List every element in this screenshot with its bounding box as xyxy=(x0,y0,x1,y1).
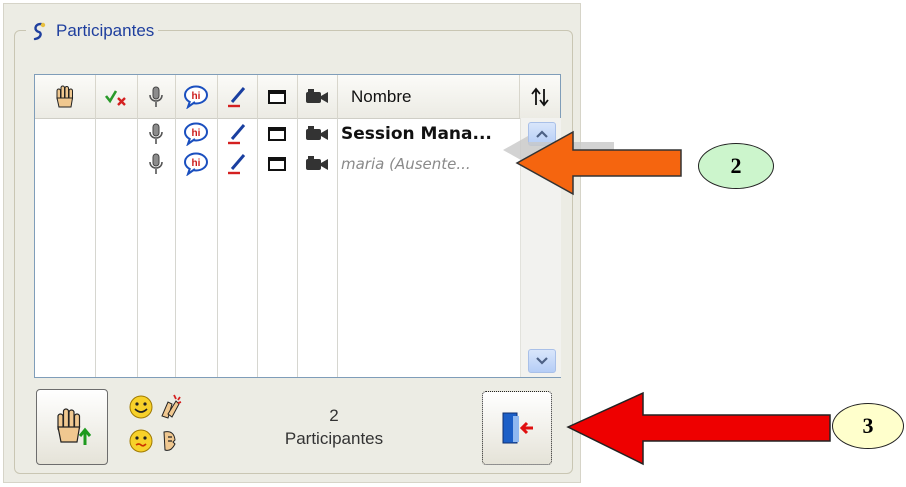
row-desktop[interactable] xyxy=(257,119,297,149)
sort-arrows-icon xyxy=(531,87,549,106)
participants-list[interactable]: hi Nombre hi Session Mana... hi maria (A… xyxy=(34,74,561,378)
smiley-icon[interactable] xyxy=(128,394,154,420)
speak-icon[interactable] xyxy=(158,428,184,454)
row-video[interactable] xyxy=(297,149,337,179)
svg-text:hi: hi xyxy=(192,128,201,139)
window-icon xyxy=(268,89,286,104)
chat-hi-icon: hi xyxy=(184,85,208,109)
scroll-down-button[interactable] xyxy=(528,349,556,373)
participant-name: Session Mana... xyxy=(341,124,492,144)
header-microphone[interactable] xyxy=(137,75,176,118)
participant-name: maria (Ausente... xyxy=(341,155,471,173)
emotion-icons xyxy=(124,392,184,458)
participants-icon xyxy=(33,22,46,41)
participant-count-label: Participantes xyxy=(284,429,384,448)
header-name[interactable]: Nombre xyxy=(337,75,520,118)
svg-text:hi: hi xyxy=(192,91,201,102)
header-desktop[interactable] xyxy=(257,75,298,118)
pen-icon xyxy=(228,154,246,175)
callout-3-label: 3 xyxy=(862,413,874,438)
header-chat[interactable]: hi xyxy=(175,75,218,118)
sort-button[interactable] xyxy=(520,75,560,118)
row-draw[interactable] xyxy=(217,149,257,179)
participant-row[interactable]: hi xyxy=(35,149,520,179)
header-video[interactable] xyxy=(297,75,338,118)
applause-icon[interactable] xyxy=(156,392,184,420)
red-arrow xyxy=(566,391,831,466)
row-video[interactable] xyxy=(297,119,337,149)
svg-text:hi: hi xyxy=(192,158,201,169)
header-raise-hand[interactable] xyxy=(35,75,96,118)
exit-door-icon xyxy=(502,412,533,444)
window-icon xyxy=(268,157,286,171)
row-desktop[interactable] xyxy=(257,149,297,179)
check-x-icon xyxy=(104,89,126,106)
callout-3: 3 xyxy=(832,403,904,449)
chat-hi-icon: hi xyxy=(184,122,208,146)
list-header: hi Nombre xyxy=(35,75,560,119)
callout-2-label: 2 xyxy=(730,153,742,178)
row-mic[interactable] xyxy=(137,149,175,179)
panel-legend: Participantes xyxy=(26,16,159,46)
header-status[interactable] xyxy=(95,75,138,118)
video-camera-icon xyxy=(306,126,328,140)
window-icon xyxy=(268,127,286,141)
pen-icon xyxy=(228,86,246,107)
orange-arrow xyxy=(515,130,682,196)
participants-panel: Participantes hi Nombre hi Session Mana.… xyxy=(3,3,581,483)
row-draw[interactable] xyxy=(217,119,257,149)
row-chat[interactable]: hi xyxy=(175,119,217,149)
participant-name-cell[interactable]: maria (Ausente... xyxy=(337,149,520,179)
participant-count: 2 Participantes xyxy=(244,404,424,450)
microphone-icon xyxy=(149,153,163,174)
raise-hand-icon xyxy=(56,85,74,107)
row-mic[interactable] xyxy=(137,119,175,149)
row-chat[interactable]: hi xyxy=(175,149,217,179)
name-column-header: Nombre xyxy=(351,86,412,106)
confused-face-icon[interactable] xyxy=(128,428,154,454)
microphone-icon xyxy=(149,86,163,107)
microphone-icon xyxy=(149,123,163,144)
video-camera-icon xyxy=(306,88,328,103)
panel-title: Participantes xyxy=(56,21,155,40)
callout-2: 2 xyxy=(698,143,774,189)
exit-session-button[interactable] xyxy=(482,391,552,465)
raise-hand-button[interactable] xyxy=(36,389,108,465)
participant-count-number: 2 xyxy=(329,406,339,425)
participant-name-cell[interactable]: Session Mana... xyxy=(337,119,520,149)
orange-arrow-shape xyxy=(515,130,682,196)
header-draw[interactable] xyxy=(217,75,258,118)
red-arrow-shape xyxy=(566,391,831,466)
participant-row[interactable]: hi xyxy=(35,119,520,149)
chat-hi-icon: hi xyxy=(184,152,208,176)
chevron-down-icon xyxy=(536,357,548,365)
pen-icon xyxy=(228,124,246,145)
raise-hand-up-icon xyxy=(57,408,92,445)
video-camera-icon xyxy=(306,156,328,170)
